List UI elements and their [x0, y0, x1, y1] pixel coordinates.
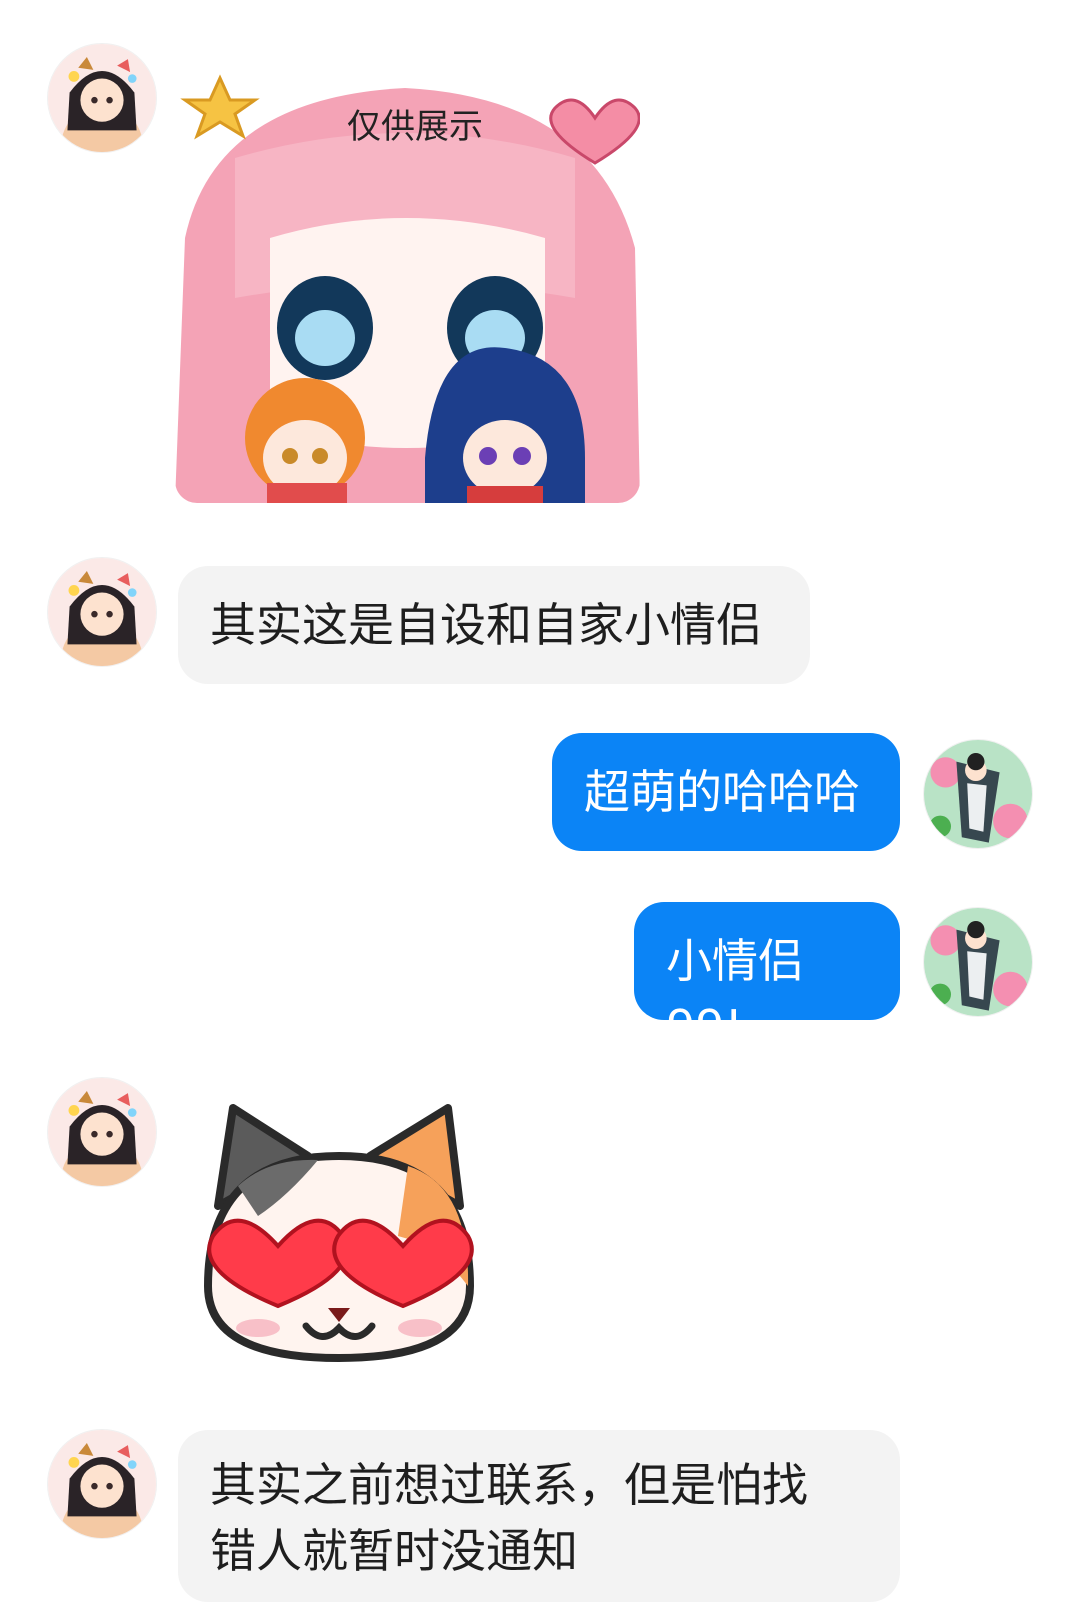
message-bubble-outgoing[interactable]: 小情侣99! [634, 902, 900, 1054]
sticker-watermark-text: 仅供展示 [347, 107, 483, 147]
user-avatar[interactable] [924, 908, 1032, 1016]
message-bubble-outgoing[interactable]: 超萌的哈哈哈 [552, 733, 900, 851]
anime-chibi-sticker[interactable]: 仅供展示 [175, 38, 640, 503]
contact-avatar[interactable] [48, 44, 156, 152]
heart-eyes-cat-sticker[interactable] [198, 1096, 480, 1368]
contact-avatar[interactable] [48, 558, 156, 666]
message-bubble-incoming[interactable]: 其实之前想过联系，但是怕找 错人就暂时没通知 [178, 1430, 900, 1602]
user-avatar[interactable] [924, 740, 1032, 848]
contact-avatar[interactable] [48, 1430, 156, 1538]
message-bubble-incoming[interactable]: 其实这是自设和自家小情侣 [178, 566, 810, 684]
contact-avatar[interactable] [48, 1078, 156, 1186]
